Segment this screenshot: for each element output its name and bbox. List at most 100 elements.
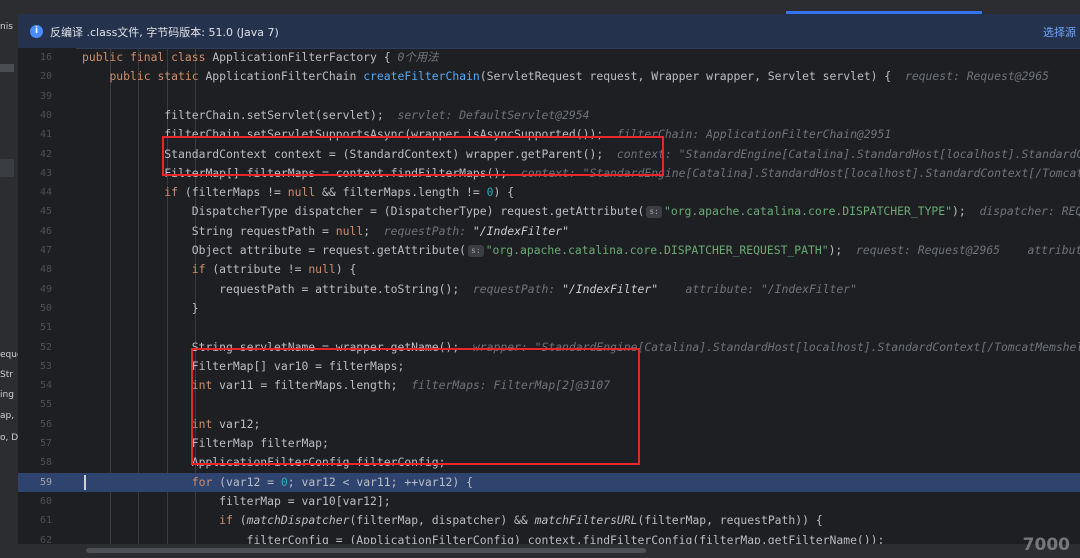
choose-sources-link[interactable]: 选择源 bbox=[1043, 24, 1076, 40]
line-number[interactable]: 45 bbox=[18, 202, 52, 221]
line-number[interactable]: 16 bbox=[18, 48, 52, 67]
line-number[interactable]: 47 bbox=[18, 241, 52, 260]
code-token: filterChain.setServlet(servlet); bbox=[82, 108, 398, 122]
line-number[interactable]: 50 bbox=[18, 299, 52, 318]
code-line[interactable]: 51 bbox=[18, 318, 1080, 337]
watermark-logo: 7000 bbox=[1022, 535, 1070, 555]
project-tree-item[interactable]: Str bbox=[0, 370, 18, 380]
line-number[interactable]: 52 bbox=[18, 338, 52, 357]
line-number[interactable]: 44 bbox=[18, 183, 52, 202]
line-number[interactable]: 53 bbox=[18, 357, 52, 376]
project-tree-item[interactable]: ap, bbox=[0, 411, 18, 421]
project-tree-item[interactable]: o, Di bbox=[0, 433, 18, 443]
code-line[interactable]: 48 if (attribute != null) { bbox=[18, 260, 1080, 279]
code-token: public final class bbox=[82, 50, 213, 64]
code-text: } bbox=[82, 299, 199, 318]
code-line[interactable]: 60 filterMap = var10[var12]; bbox=[18, 492, 1080, 511]
code-token: } bbox=[82, 301, 199, 315]
code-text: String requestPath = null; requestPath: … bbox=[82, 222, 569, 241]
code-text: if (attribute != null) { bbox=[82, 260, 357, 279]
code-text: int var12; bbox=[82, 415, 261, 434]
code-line[interactable]: 45 DispatcherType dispatcher = (Dispatch… bbox=[18, 202, 1080, 221]
editor-tab-active[interactable] bbox=[786, 0, 982, 14]
editor-tab[interactable] bbox=[1000, 0, 1070, 14]
line-number[interactable]: 51 bbox=[18, 318, 52, 337]
code-line[interactable]: 16 public final class ApplicationFilterFa… bbox=[18, 48, 1080, 67]
code-token: String servletName = wrapper.getName(); bbox=[82, 340, 473, 354]
code-token: ( bbox=[239, 513, 247, 527]
horizontal-scrollbar[interactable] bbox=[0, 544, 1080, 558]
code-line[interactable]: 20 public static ApplicationFilterChain … bbox=[18, 67, 1080, 86]
inline-debug-value: request: Request@2965 bbox=[904, 69, 1049, 83]
line-number[interactable]: 41 bbox=[18, 125, 52, 144]
code-token: String requestPath = bbox=[82, 224, 336, 238]
code-line[interactable]: 47 Object attribute = request.getAttribu… bbox=[18, 241, 1080, 260]
line-number[interactable]: 61 bbox=[18, 511, 52, 530]
code-text: if (matchDispatcher(filterMap, dispatche… bbox=[82, 511, 823, 530]
line-number[interactable]: 46 bbox=[18, 222, 52, 241]
editor-tab[interactable] bbox=[40, 0, 100, 14]
code-text: filterMap = var10[var12]; bbox=[82, 492, 390, 511]
code-line[interactable]: 42 StandardContext context = (StandardCo… bbox=[18, 145, 1080, 164]
code-token: "org.apache.catalina.core.DISPATCHER_TYP… bbox=[663, 204, 953, 218]
code-text: filterChain.setServlet(servlet); servlet… bbox=[82, 106, 589, 125]
parameter-hint-badge: s: bbox=[468, 245, 484, 257]
line-number[interactable]: 62 bbox=[18, 531, 52, 544]
code-token: ApplicationFilterConfig filterConfig; bbox=[82, 455, 446, 469]
line-number[interactable]: 55 bbox=[18, 395, 52, 414]
code-line[interactable]: 44 if (filterMaps != null && filterMaps.… bbox=[18, 183, 1080, 202]
line-number[interactable]: 39 bbox=[18, 87, 52, 106]
code-token: FilterMap[] filterMaps = context.findFil… bbox=[82, 166, 521, 180]
line-number[interactable]: 48 bbox=[18, 260, 52, 279]
code-token: 0 bbox=[486, 185, 494, 199]
code-line[interactable]: 52 String servletName = wrapper.getName(… bbox=[18, 338, 1080, 357]
line-number[interactable]: 58 bbox=[18, 453, 52, 472]
code-text: int var11 = filterMaps.length; filterMap… bbox=[82, 376, 610, 395]
project-tree-item[interactable]: eque bbox=[0, 350, 18, 360]
line-number[interactable]: 57 bbox=[18, 434, 52, 453]
code-line[interactable]: 57 FilterMap filterMap; bbox=[18, 434, 1080, 453]
code-line[interactable]: 43 FilterMap[] filterMaps = context.find… bbox=[18, 164, 1080, 183]
line-number[interactable]: 59 bbox=[18, 473, 52, 492]
project-tree-item[interactable]: ing bbox=[0, 390, 18, 400]
editor-tab[interactable] bbox=[560, 0, 740, 14]
line-number[interactable]: 60 bbox=[18, 492, 52, 511]
code-token: var11 = filterMaps.length; bbox=[219, 378, 412, 392]
code-token: ApplicationFilterChain bbox=[205, 69, 364, 83]
code-line[interactable]: 49 requestPath = attribute.toString(); r… bbox=[18, 280, 1080, 299]
project-tree-item[interactable]: nis bbox=[0, 22, 18, 32]
code-line[interactable]: 46 String requestPath = null; requestPat… bbox=[18, 222, 1080, 241]
code-token: ); bbox=[952, 204, 980, 218]
code-text: for (var12 = 0; var12 < var11; ++var12) … bbox=[82, 473, 473, 492]
line-number[interactable]: 56 bbox=[18, 415, 52, 434]
code-line-current[interactable]: 59 for (var12 = 0; var12 < var11; ++var1… bbox=[18, 473, 1080, 492]
editor-tab[interactable] bbox=[160, 0, 310, 14]
code-text: FilterMap[] filterMaps = context.findFil… bbox=[82, 164, 1080, 183]
code-token: DispatcherType dispatcher = (DispatcherT… bbox=[82, 204, 645, 218]
code-line[interactable]: 53 FilterMap[] var10 = filterMaps; bbox=[18, 357, 1080, 376]
code-line[interactable]: 50 } bbox=[18, 299, 1080, 318]
line-number[interactable]: 54 bbox=[18, 376, 52, 395]
code-token: matchFiltersURL bbox=[534, 513, 638, 527]
line-number[interactable]: 40 bbox=[18, 106, 52, 125]
code-line[interactable]: 56 int var12; bbox=[18, 415, 1080, 434]
code-line[interactable]: 55 bbox=[18, 395, 1080, 414]
code-line[interactable]: 58 ApplicationFilterConfig filterConfig; bbox=[18, 453, 1080, 472]
code-line[interactable]: 62 filterConfig = (ApplicationFilterConf… bbox=[18, 531, 1080, 544]
code-line[interactable]: 41 filterChain.setServletSupportsAsync(w… bbox=[18, 125, 1080, 144]
code-editor[interactable]: 16 public final class ApplicationFilterFa… bbox=[18, 48, 1080, 544]
parameter-hint-badge: s: bbox=[646, 206, 662, 218]
line-number[interactable]: 20 bbox=[18, 67, 52, 86]
code-line[interactable]: 61 if (matchDispatcher(filterMap, dispat… bbox=[18, 511, 1080, 530]
line-number[interactable]: 49 bbox=[18, 280, 52, 299]
editor-tab[interactable] bbox=[330, 0, 530, 14]
code-text: requestPath = attribute.toString(); requ… bbox=[82, 280, 857, 299]
inline-debug-value: filterMaps: FilterMap[2]@3107 bbox=[411, 378, 611, 392]
code-line[interactable]: 54 int var11 = filterMaps.length; filter… bbox=[18, 376, 1080, 395]
line-number[interactable]: 42 bbox=[18, 145, 52, 164]
line-number[interactable]: 43 bbox=[18, 164, 52, 183]
code-line[interactable]: 39 bbox=[18, 87, 1080, 106]
code-line[interactable]: 40 filterChain.setServlet(servlet); serv… bbox=[18, 106, 1080, 125]
code-token: && filterMaps.length != bbox=[322, 185, 487, 199]
scrollbar-thumb[interactable] bbox=[86, 548, 646, 553]
